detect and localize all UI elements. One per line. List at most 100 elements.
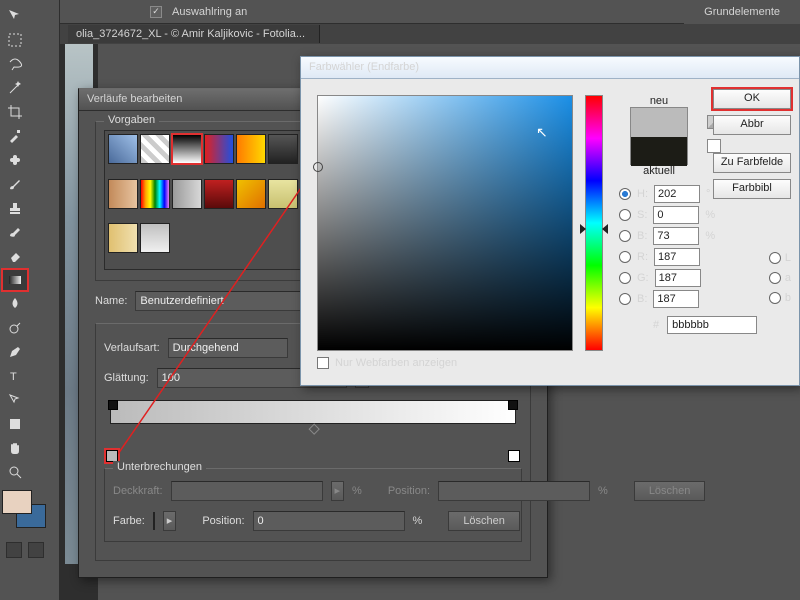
bc-input[interactable] xyxy=(653,290,699,308)
gradient-bar[interactable] xyxy=(110,400,516,424)
hand-tool[interactable] xyxy=(2,437,28,459)
preset-swatch[interactable] xyxy=(268,179,298,209)
preset-swatch[interactable] xyxy=(108,134,138,164)
zoom-tool[interactable] xyxy=(2,461,28,483)
r-input[interactable] xyxy=(654,248,700,266)
preset-swatch[interactable] xyxy=(204,134,234,164)
h-label: H: xyxy=(637,188,648,200)
color-swatches[interactable] xyxy=(2,490,57,528)
wand-tool[interactable] xyxy=(2,77,28,99)
history-brush-tool[interactable] xyxy=(2,221,28,243)
screenmode-toggle[interactable] xyxy=(28,542,44,558)
hue-marker-left[interactable] xyxy=(580,224,586,234)
pos2-unit: % xyxy=(413,515,423,527)
color-stop-right[interactable] xyxy=(508,450,520,462)
heal-tool[interactable] xyxy=(2,149,28,171)
radio-g[interactable] xyxy=(619,272,631,284)
cancel-button[interactable]: Abbr xyxy=(713,115,791,135)
webonly-checkbox[interactable] xyxy=(317,357,329,369)
option-checkbox[interactable]: ✓ xyxy=(150,6,162,18)
dodge-tool[interactable] xyxy=(2,317,28,339)
preset-swatch[interactable] xyxy=(236,134,266,164)
workspace-label[interactable]: Grundelemente xyxy=(684,0,800,24)
foreground-swatch[interactable] xyxy=(2,490,32,514)
preset-swatch[interactable] xyxy=(172,134,202,164)
opacity-input xyxy=(171,481,323,501)
h-input[interactable] xyxy=(654,185,700,203)
eraser-tool[interactable] xyxy=(2,245,28,267)
radio-b[interactable] xyxy=(619,230,631,242)
pos2-input[interactable] xyxy=(253,511,405,531)
preset-swatch[interactable] xyxy=(236,179,266,209)
document-tabs: olia_3724672_XL - © Amir Kaljikovic - Fo… xyxy=(0,24,800,44)
brush-tool[interactable] xyxy=(2,173,28,195)
move-tool[interactable] xyxy=(2,5,28,27)
quickmask-toggle[interactable] xyxy=(6,542,22,558)
g-label: G: xyxy=(637,272,649,284)
opacity-unit: % xyxy=(352,485,362,497)
radio-bc[interactable] xyxy=(619,293,631,305)
delete-opacity-stop-button: Löschen xyxy=(634,481,706,501)
color-picker-dialog: Farbwähler (Endfarbe) ↖ Nur Webfarben an… xyxy=(300,56,800,386)
gradient-name-input[interactable] xyxy=(135,291,325,311)
preset-swatch[interactable] xyxy=(108,223,138,253)
document-tab[interactable]: olia_3724672_XL - © Amir Kaljikovic - Fo… xyxy=(68,25,320,43)
gradient-track[interactable] xyxy=(104,400,522,462)
crop-tool[interactable] xyxy=(2,101,28,123)
options-bar: ✓ Auswahlring an xyxy=(0,0,800,24)
webonly-label: Nur Webfarben anzeigen xyxy=(335,357,457,369)
hue-marker-right[interactable] xyxy=(602,224,608,234)
pen-tool[interactable] xyxy=(2,341,28,363)
stop-color-swatch[interactable] xyxy=(153,512,155,530)
cp-title[interactable]: Farbwähler (Endfarbe) xyxy=(301,57,799,79)
stamp-tool[interactable] xyxy=(2,197,28,219)
new-label: neu xyxy=(650,95,668,107)
smooth-label: Glättung: xyxy=(104,372,149,384)
preset-swatch[interactable] xyxy=(204,179,234,209)
blur-tool[interactable] xyxy=(2,293,28,315)
path-select-tool[interactable] xyxy=(2,389,28,411)
add-swatch-button[interactable]: Zu Farbfelde xyxy=(713,153,791,173)
radio-lab-b[interactable] xyxy=(769,292,781,304)
radio-r[interactable] xyxy=(619,251,631,263)
eyedropper-tool[interactable] xyxy=(2,125,28,147)
radio-l[interactable] xyxy=(769,252,781,264)
lasso-tool[interactable] xyxy=(2,53,28,75)
delete-color-stop-button[interactable]: Löschen xyxy=(448,511,520,531)
sv-picker-ring[interactable] xyxy=(313,162,323,172)
stop-color-menu[interactable]: ▸ xyxy=(163,511,177,531)
radio-s[interactable] xyxy=(619,209,631,221)
hex-label: # xyxy=(653,319,659,331)
preset-swatch[interactable] xyxy=(172,179,202,209)
color-label: Farbe: xyxy=(113,515,145,527)
b-input[interactable] xyxy=(653,227,699,245)
hex-input[interactable] xyxy=(667,316,757,334)
radio-a[interactable] xyxy=(769,272,781,284)
g-input[interactable] xyxy=(655,269,701,287)
preset-swatch[interactable] xyxy=(108,179,138,209)
gradient-tool[interactable] xyxy=(2,269,28,291)
marquee-tool[interactable] xyxy=(2,29,28,51)
preset-swatch[interactable] xyxy=(140,179,170,209)
s-input[interactable] xyxy=(653,206,699,224)
saturation-value-field[interactable]: ↖ xyxy=(317,95,573,351)
new-current-swatch[interactable] xyxy=(630,107,688,165)
radio-h[interactable] xyxy=(619,188,631,200)
preset-swatch[interactable] xyxy=(268,134,298,164)
preset-swatch[interactable] xyxy=(140,223,170,253)
midpoint-handle[interactable] xyxy=(309,424,320,435)
option-label: Auswahlring an xyxy=(172,6,247,18)
ok-button[interactable]: OK xyxy=(713,89,791,109)
opacity-stop-left[interactable] xyxy=(108,400,118,410)
color-libs-button[interactable]: Farbbibl xyxy=(713,179,791,199)
gradient-type-select[interactable] xyxy=(168,338,288,358)
shape-tool[interactable] xyxy=(2,413,28,435)
hue-slider[interactable] xyxy=(585,95,603,351)
b-label: B: xyxy=(637,230,647,242)
opacity-label: Deckkraft: xyxy=(113,485,163,497)
type-tool[interactable]: T xyxy=(2,365,28,387)
opacity-stop-right[interactable] xyxy=(508,400,518,410)
cursor-icon: ↖ xyxy=(536,124,548,141)
tool-palette: T xyxy=(0,0,60,600)
preset-swatch[interactable] xyxy=(140,134,170,164)
